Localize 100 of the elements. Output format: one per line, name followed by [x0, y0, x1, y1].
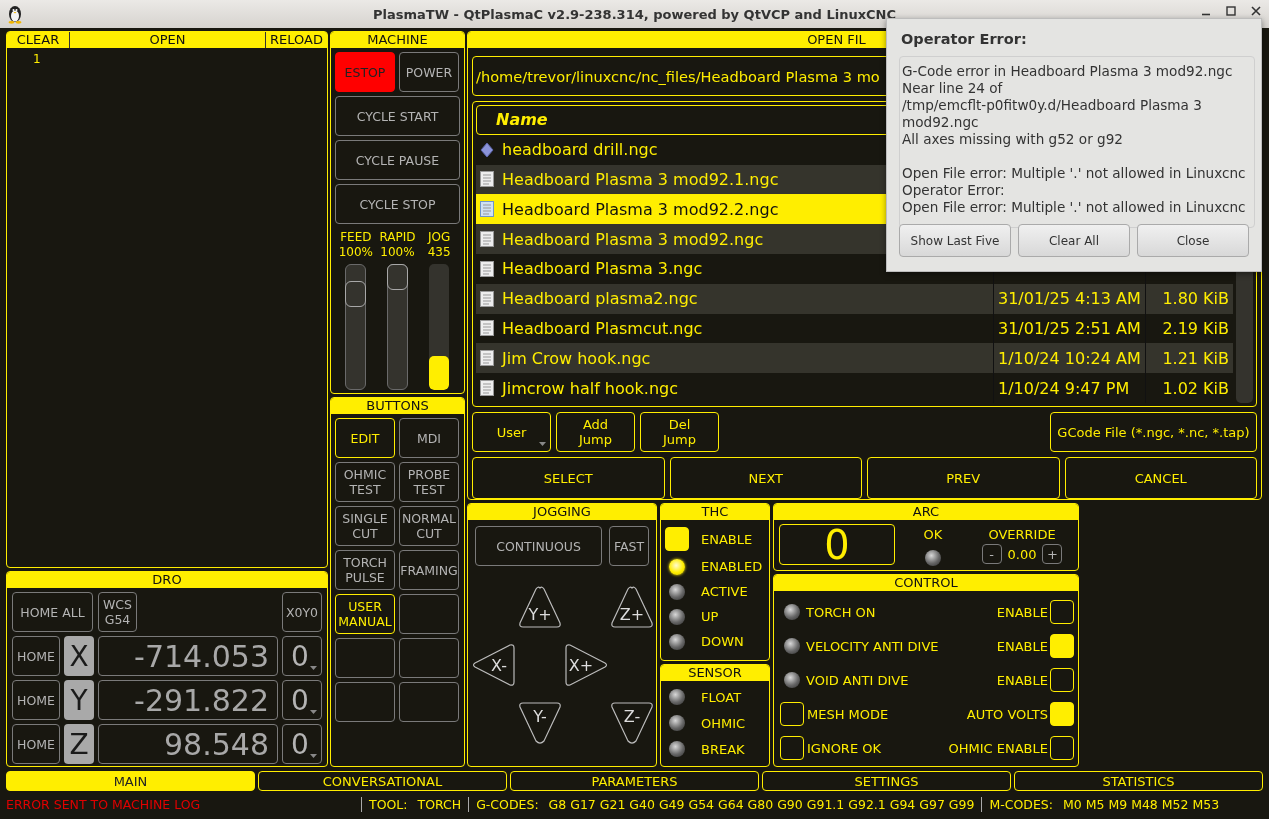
- checkbox[interactable]: [1050, 600, 1074, 624]
- checkbox-label: ENABLE: [996, 672, 1048, 688]
- blank-button[interactable]: [399, 638, 459, 678]
- close-icon[interactable]: [1251, 6, 1261, 16]
- offset-button[interactable]: 0: [282, 680, 322, 720]
- panel-title: SENSOR: [688, 665, 742, 681]
- dialog-button[interactable]: Show Last Five: [899, 224, 1011, 257]
- jog-button[interactable]: X-: [472, 643, 516, 687]
- slider-thumb[interactable]: [387, 264, 408, 290]
- checkbox[interactable]: [1050, 634, 1074, 658]
- file-row[interactable]: Jim Crow hook.ngc 1/10/24 10:24 AM 1.21 KiB: [476, 343, 1233, 374]
- error-message-line: Near line 24 of: [902, 80, 1003, 97]
- file-filter-button[interactable]: GCode File (*.ngc, *.nc, *.tap): [1050, 412, 1257, 452]
- estop-button[interactable]: ESTOP: [335, 52, 395, 92]
- checkbox[interactable]: [1050, 736, 1074, 760]
- nav-button[interactable]: NEXT: [669, 457, 862, 499]
- zero-xy-button[interactable]: X0Y0: [282, 592, 322, 632]
- dialog-button[interactable]: Clear All: [1018, 224, 1130, 257]
- mode-button[interactable]: MDI: [399, 418, 459, 458]
- mode-button[interactable]: EDIT: [335, 418, 395, 458]
- tab[interactable]: STATISTICS: [1014, 771, 1263, 791]
- maximize-icon[interactable]: [1226, 6, 1236, 16]
- slider-label: FEED: [339, 230, 373, 245]
- mode-button[interactable]: OHMIC TEST: [335, 462, 395, 502]
- offset-button[interactable]: 0: [282, 724, 322, 764]
- checkbox[interactable]: [780, 736, 804, 760]
- user-dropdown[interactable]: User: [472, 412, 551, 452]
- indicator-label: FLOAT: [701, 689, 742, 705]
- caret-icon: [310, 710, 317, 714]
- home-all-button[interactable]: HOME ALL: [12, 592, 93, 632]
- nav-button[interactable]: PREV: [867, 457, 1060, 499]
- file-date: 31/01/25 4:13 AM: [998, 289, 1141, 309]
- nav-button[interactable]: CANCEL: [1064, 457, 1257, 499]
- document-icon: [480, 290, 494, 307]
- mode-button[interactable]: USER MANUAL: [335, 594, 395, 634]
- mode-button[interactable]: SINGLE CUT: [335, 506, 395, 546]
- checkbox-label: MESH MODE: [807, 706, 889, 722]
- slider-track[interactable]: [429, 264, 450, 390]
- file-date: 1/10/24 9:47 PM: [998, 378, 1130, 398]
- dialog-button[interactable]: Close: [1137, 224, 1249, 257]
- mode-button[interactable]: PROBE TEST: [399, 462, 459, 502]
- cycle-button[interactable]: CYCLE PAUSE: [335, 140, 460, 180]
- jump-button[interactable]: Del Jump: [640, 412, 719, 452]
- jog-button[interactable]: Y+: [518, 585, 562, 629]
- slider-reading: 435: [426, 245, 452, 260]
- status-label: G-CODES:: [476, 796, 539, 812]
- blank-button[interactable]: [335, 638, 395, 678]
- jog-button[interactable]: Y-: [518, 701, 562, 745]
- checkbox[interactable]: [1050, 668, 1074, 692]
- mode-button[interactable]: NORMAL CUT: [399, 506, 459, 546]
- jog-mode-button[interactable]: FAST: [609, 526, 649, 566]
- jog-button[interactable]: Z-: [610, 701, 654, 745]
- mode-button[interactable]: TORCH PULSE: [335, 550, 395, 590]
- tab[interactable]: CONVERSATIONAL: [258, 771, 507, 791]
- file-size: 1.80 KiB: [1162, 289, 1229, 309]
- status-value: TORCH: [417, 796, 462, 812]
- decrease-button[interactable]: -: [981, 544, 1002, 564]
- document-icon: [480, 260, 494, 277]
- file-size: 2.19 KiB: [1162, 318, 1229, 338]
- slider-label: RAPID: [378, 230, 417, 245]
- checkbox-label: ENABLE: [996, 604, 1048, 620]
- home-button[interactable]: HOME: [12, 680, 60, 720]
- file-row[interactable]: Headboard plasma2.ngc 31/01/25 4:13 AM 1.80 KiB: [476, 283, 1233, 314]
- increase-button[interactable]: +: [1042, 544, 1063, 564]
- offset-button[interactable]: 0: [282, 636, 322, 676]
- home-button[interactable]: HOME: [12, 724, 60, 764]
- jog-button[interactable]: Z+: [610, 585, 654, 629]
- checkbox[interactable]: [1050, 702, 1074, 726]
- document-icon: [480, 171, 494, 188]
- file-name: Headboard Plasma 3 mod92.ngc: [502, 229, 764, 249]
- override-value: 0.00: [1007, 546, 1037, 562]
- file-row[interactable]: Jimcrow half hook.ngc 1/10/24 9:47 PM 1.02 KiB: [476, 373, 1233, 403]
- jump-button[interactable]: Add Jump: [556, 412, 635, 452]
- tab[interactable]: PARAMETERS: [510, 771, 759, 791]
- home-button[interactable]: HOME: [12, 636, 60, 676]
- checkbox[interactable]: [665, 527, 689, 551]
- nav-button[interactable]: SELECT: [472, 457, 665, 499]
- status-label: M-CODES:: [989, 796, 1053, 812]
- slider-thumb[interactable]: [345, 280, 367, 307]
- blank-button[interactable]: [335, 682, 395, 722]
- jog-button[interactable]: X+: [564, 643, 608, 687]
- file-name: Headboard Plasma 3.ngc: [502, 259, 703, 279]
- panel-title: THC: [701, 504, 729, 520]
- jog-mode-button[interactable]: CONTINUOUS: [475, 526, 602, 566]
- checkbox-label: ENABLE: [996, 638, 1048, 654]
- tab[interactable]: SETTINGS: [762, 771, 1011, 791]
- cycle-button[interactable]: CYCLE STOP: [335, 184, 460, 224]
- tab[interactable]: MAIN: [6, 771, 255, 791]
- checkbox[interactable]: [780, 702, 804, 726]
- blank-button[interactable]: [399, 682, 459, 722]
- dialog-title: Operator Error:: [901, 31, 1027, 47]
- wcs-button[interactable]: WCS G54: [98, 592, 137, 632]
- mode-button[interactable]: FRAMING: [399, 550, 459, 590]
- blank-button[interactable]: [399, 594, 459, 634]
- panel-title: JOGGING: [533, 504, 591, 520]
- header-button[interactable]: RELOAD: [265, 32, 327, 48]
- cycle-button[interactable]: CYCLE START: [335, 96, 460, 136]
- power-button[interactable]: POWER: [399, 52, 459, 92]
- indicator-label: BREAK: [701, 741, 745, 757]
- ok-label: OK: [923, 527, 943, 542]
